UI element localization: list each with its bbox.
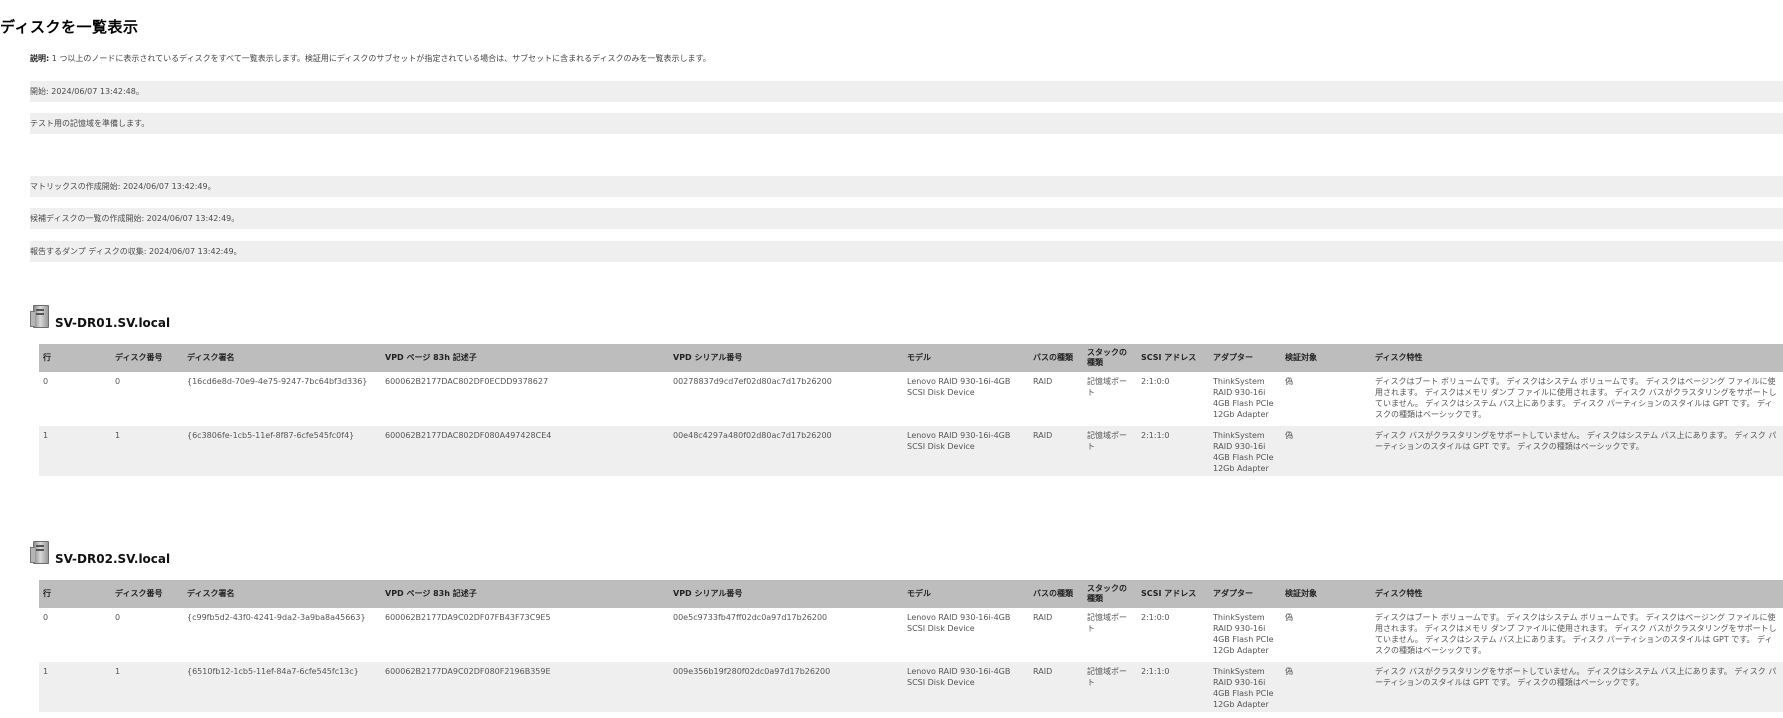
- cell-validate: 偽: [1281, 608, 1371, 662]
- cell-adapter: ThinkSystem RAID 930-16i 4GB Flash PCIe …: [1209, 372, 1281, 426]
- cell-disk-number: 0: [111, 372, 183, 426]
- cell-disk-number: 0: [111, 608, 183, 662]
- cell-disk-number: 1: [111, 662, 183, 712]
- cell-traits: ディスクはブート ボリュームです。 ディスクはシステム ボリュームです。 ディス…: [1371, 372, 1783, 426]
- col-stack-type[interactable]: スタックの種類: [1083, 344, 1137, 372]
- col-vpd83[interactable]: VPD ページ 83h 記述子: [381, 580, 669, 608]
- cell-vpd83: 600062B2177DA9C02DF080F2196B359E: [381, 662, 669, 712]
- cell-scsi: 2:1:0:0: [1137, 608, 1209, 662]
- description-label: 説明:: [30, 54, 50, 63]
- col-bus-type[interactable]: バスの種類: [1029, 344, 1083, 372]
- cell-row: 1: [39, 662, 111, 712]
- cell-model: Lenovo RAID 930-16i-4GB SCSI Disk Device: [903, 372, 1029, 426]
- cell-row: 0: [39, 372, 111, 426]
- cell-stack: 記憶域ポート: [1083, 608, 1137, 662]
- cell-validate: 偽: [1281, 372, 1371, 426]
- cell-row: 0: [39, 608, 111, 662]
- col-adapter[interactable]: アダプター: [1209, 344, 1281, 372]
- cell-traits: ディスク バスがクラスタリングをサポートしていません。 ディスクはシステム バス…: [1371, 662, 1783, 712]
- server-icon: [30, 541, 49, 564]
- cell-scsi: 2:1:1:0: [1137, 662, 1209, 712]
- cell-bus: RAID: [1029, 608, 1083, 662]
- col-model[interactable]: モデル: [903, 344, 1029, 372]
- cell-validate: 偽: [1281, 662, 1371, 712]
- node-header: SV-DR02.SV.local: [30, 541, 171, 566]
- cell-scsi: 2:1:1:0: [1137, 426, 1209, 476]
- cell-signature: {16cd6e8d-70e9-4e75-9247-7bc64bf3d336}: [183, 372, 381, 426]
- cell-bus: RAID: [1029, 662, 1083, 712]
- col-disk-signature[interactable]: ディスク署名: [183, 580, 381, 608]
- col-disk-number[interactable]: ディスク番号: [111, 580, 183, 608]
- cell-model: Lenovo RAID 930-16i-4GB SCSI Disk Device: [903, 426, 1029, 476]
- cell-model: Lenovo RAID 930-16i-4GB SCSI Disk Device: [903, 608, 1029, 662]
- log-line-matrix: マトリックスの作成開始: 2024/06/07 13:42:49。: [30, 176, 1783, 197]
- col-row[interactable]: 行: [39, 344, 111, 372]
- col-vpd-serial[interactable]: VPD シリアル番号: [669, 580, 903, 608]
- cell-vpd83: 600062B2177DAC802DF080A497428CE4: [381, 426, 669, 476]
- cell-adapter: ThinkSystem RAID 930-16i 4GB Flash PCIe …: [1209, 608, 1281, 662]
- table-header-row: 行 ディスク番号 ディスク署名 VPD ページ 83h 記述子 VPD シリアル…: [39, 580, 1783, 608]
- description: 説明: 1 つ以上のノードに表示されているディスクをすべて一覧表示します。検証用…: [30, 53, 711, 64]
- cell-stack: 記憶域ポート: [1083, 372, 1137, 426]
- cell-signature: {6510fb12-1cb5-11ef-84a7-6cfe545fc13c}: [183, 662, 381, 712]
- server-icon: [30, 305, 49, 328]
- cell-model: Lenovo RAID 930-16i-4GB SCSI Disk Device: [903, 662, 1029, 712]
- col-disk-signature[interactable]: ディスク署名: [183, 344, 381, 372]
- table-row[interactable]: 0 0 {c99fb5d2-43f0-4241-9da2-3a9ba8a4566…: [39, 608, 1783, 662]
- description-text: 1 つ以上のノードに表示されているディスクをすべて一覧表示します。検証用にディス…: [49, 54, 711, 63]
- cell-disk-number: 1: [111, 426, 183, 476]
- table-row[interactable]: 1 1 {6510fb12-1cb5-11ef-84a7-6cfe545fc13…: [39, 662, 1783, 712]
- col-bus-type[interactable]: バスの種類: [1029, 580, 1083, 608]
- table-row[interactable]: 1 1 {6c3806fe-1cb5-11ef-8f87-6cfe545fc0f…: [39, 426, 1783, 476]
- page-title: ディスクを一覧表示: [0, 18, 139, 36]
- cell-serial: 00e5c9733fb47ff02dc0a97d17b26200: [669, 608, 903, 662]
- col-disk-traits[interactable]: ディスク特性: [1371, 344, 1783, 372]
- cell-serial: 00278837d9cd7ef02d80ac7d17b26200: [669, 372, 903, 426]
- log-line-dump: 報告するダンプ ディスクの収集: 2024/06/07 13:42:49。: [30, 241, 1783, 262]
- col-vpd83[interactable]: VPD ページ 83h 記述子: [381, 344, 669, 372]
- col-stack-type[interactable]: スタックの種類: [1083, 580, 1137, 608]
- col-validate[interactable]: 検証対象: [1281, 344, 1371, 372]
- cell-validate: 偽: [1281, 426, 1371, 476]
- node-name: SV-DR01.SV.local: [55, 316, 171, 330]
- cell-row: 1: [39, 426, 111, 476]
- col-scsi-address[interactable]: SCSI アドレス: [1137, 580, 1209, 608]
- disk-table: 行 ディスク番号 ディスク署名 VPD ページ 83h 記述子 VPD シリアル…: [39, 580, 1783, 712]
- col-scsi-address[interactable]: SCSI アドレス: [1137, 344, 1209, 372]
- col-row[interactable]: 行: [39, 580, 111, 608]
- cell-stack: 記憶域ポート: [1083, 426, 1137, 476]
- cell-scsi: 2:1:0:0: [1137, 372, 1209, 426]
- log-line-start: 開始: 2024/06/07 13:42:48。: [30, 81, 1783, 102]
- col-disk-number[interactable]: ディスク番号: [111, 344, 183, 372]
- cell-serial: 00e48c4297a480f02d80ac7d17b26200: [669, 426, 903, 476]
- col-adapter[interactable]: アダプター: [1209, 580, 1281, 608]
- table-header-row: 行 ディスク番号 ディスク署名 VPD ページ 83h 記述子 VPD シリアル…: [39, 344, 1783, 372]
- node-header: SV-DR01.SV.local: [30, 305, 171, 330]
- cell-adapter: ThinkSystem RAID 930-16i 4GB Flash PCIe …: [1209, 426, 1281, 476]
- log-line-candidates: 候補ディスクの一覧の作成開始: 2024/06/07 13:42:49。: [30, 208, 1783, 229]
- cell-bus: RAID: [1029, 426, 1083, 476]
- cell-stack: 記憶域ポート: [1083, 662, 1137, 712]
- log-line-prepare: テスト用の記憶域を準備します。: [30, 113, 1783, 134]
- cell-vpd83: 600062B2177DA9C02DF07FB43F73C9E5: [381, 608, 669, 662]
- col-vpd-serial[interactable]: VPD シリアル番号: [669, 344, 903, 372]
- col-disk-traits[interactable]: ディスク特性: [1371, 580, 1783, 608]
- node-name: SV-DR02.SV.local: [55, 552, 171, 566]
- cell-traits: ディスク バスがクラスタリングをサポートしていません。 ディスクはシステム バス…: [1371, 426, 1783, 476]
- cell-vpd83: 600062B2177DAC802DF0ECDD9378627: [381, 372, 669, 426]
- col-validate[interactable]: 検証対象: [1281, 580, 1371, 608]
- cell-bus: RAID: [1029, 372, 1083, 426]
- table-row[interactable]: 0 0 {16cd6e8d-70e9-4e75-9247-7bc64bf3d33…: [39, 372, 1783, 426]
- cell-adapter: ThinkSystem RAID 930-16i 4GB Flash PCIe …: [1209, 662, 1281, 712]
- cell-signature: {6c3806fe-1cb5-11ef-8f87-6cfe545fc0f4}: [183, 426, 381, 476]
- col-model[interactable]: モデル: [903, 580, 1029, 608]
- cell-serial: 009e356b19f280f02dc0a97d17b26200: [669, 662, 903, 712]
- cell-signature: {c99fb5d2-43f0-4241-9da2-3a9ba8a45663}: [183, 608, 381, 662]
- cell-traits: ディスクはブート ボリュームです。 ディスクはシステム ボリュームです。 ディス…: [1371, 608, 1783, 662]
- disk-table: 行 ディスク番号 ディスク署名 VPD ページ 83h 記述子 VPD シリアル…: [39, 344, 1783, 476]
